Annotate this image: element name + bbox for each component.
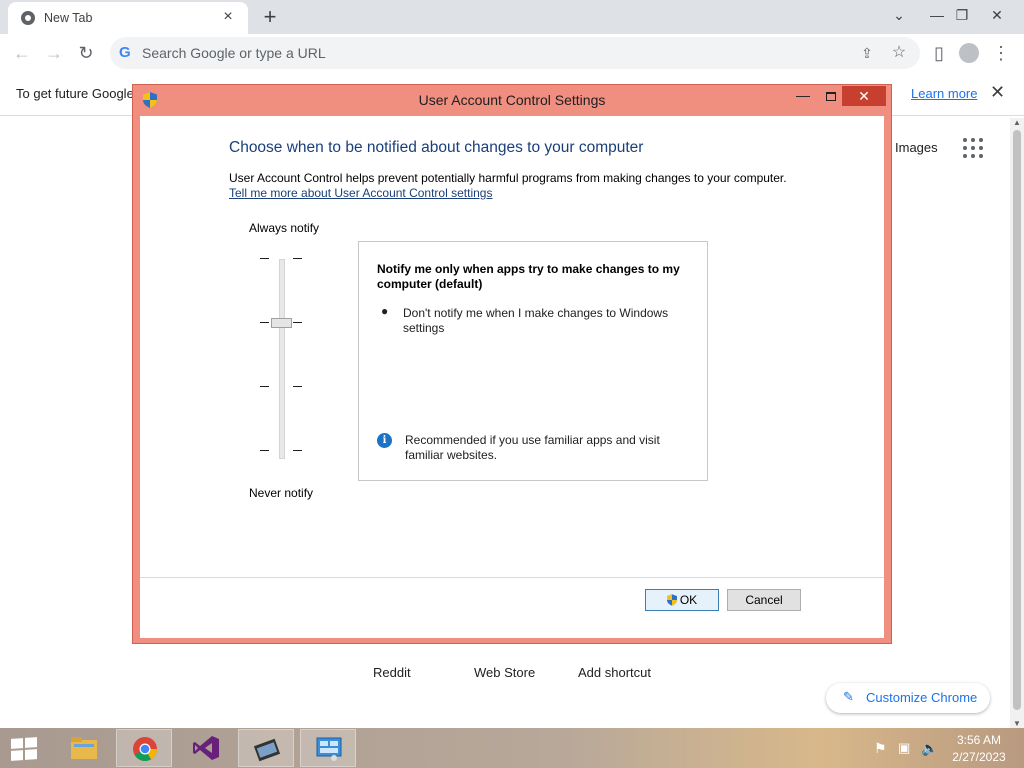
dialog-content: Choose when to be notified about changes… <box>140 116 884 638</box>
taskbar-visual-studio[interactable] <box>178 729 234 767</box>
slider-tick <box>260 258 269 259</box>
dialog-heading: Choose when to be notified about changes… <box>229 139 644 156</box>
dialog-footer: OK Cancel <box>140 578 884 638</box>
taskbar-control-panel[interactable] <box>300 729 356 767</box>
customize-chrome-button[interactable]: ✎ Customize Chrome <box>826 683 990 713</box>
tab-search-chevron-icon[interactable]: ⌄ <box>882 0 916 30</box>
dialog-close-button[interactable]: ✕ <box>842 86 886 106</box>
slider-tick <box>293 386 302 387</box>
shortcut-add[interactable]: Add shortcut <box>578 665 651 680</box>
share-icon[interactable]: ⇪ <box>856 42 878 64</box>
action-center-flag-icon[interactable]: ⚑ <box>874 740 887 757</box>
tab-close-button[interactable]: × <box>218 7 238 27</box>
windows-logo-icon <box>11 737 37 761</box>
network-icon[interactable]: ▣ <box>898 740 910 756</box>
browser-toolbar: ← → ↻ G Search Google or type a URL ⇪ ☆ … <box>0 34 1024 72</box>
tab-new-tab[interactable]: New Tab × <box>8 2 248 34</box>
slider-tick <box>293 258 302 259</box>
uac-shield-icon <box>666 594 677 606</box>
notification-level-slider[interactable] <box>260 251 310 461</box>
customize-chrome-label: Customize Chrome <box>866 690 978 705</box>
clock-time[interactable]: 3:56 AM <box>944 733 1014 747</box>
uac-more-info-link[interactable]: Tell me more about User Account Control … <box>229 186 492 200</box>
volume-icon[interactable]: 🔈 <box>921 740 938 757</box>
level-recommendation-text: Recommended if you use familiar apps and… <box>405 433 660 462</box>
pencil-icon: ✎ <box>843 689 854 704</box>
menu-kebab-icon[interactable]: ⋮ <box>988 40 1014 66</box>
dialog-description: User Account Control helps prevent poten… <box>229 171 787 185</box>
clock-date[interactable]: 2/27/2023 <box>944 750 1014 764</box>
slider-tick <box>260 386 269 387</box>
uac-settings-dialog: User Account Control Settings — ✕ Choose… <box>132 84 892 644</box>
omnibox-placeholder[interactable]: Search Google or type a URL <box>142 45 326 61</box>
window-restore-button[interactable]: ❐ <box>945 0 979 30</box>
dialog-minimize-button[interactable]: — <box>791 88 815 108</box>
learn-more-link[interactable]: Learn more <box>911 86 977 101</box>
back-arrow-icon[interactable]: ← <box>9 40 35 66</box>
slider-tick <box>293 450 302 451</box>
scroll-up-arrow-icon[interactable]: ▲ <box>1013 118 1021 127</box>
chrome-icon <box>133 737 157 762</box>
reload-icon[interactable]: ↻ <box>73 40 99 66</box>
slider-top-label: Always notify <box>249 221 320 235</box>
info-bar-text: To get future Google <box>16 86 134 101</box>
slider-tick <box>260 322 269 323</box>
taskbar-movie-maker[interactable] <box>238 729 294 767</box>
visual-studio-icon <box>193 736 219 760</box>
film-clapper-icon <box>253 738 281 762</box>
tab-title: New Tab <box>44 11 93 25</box>
profile-avatar-icon[interactable] <box>956 40 982 66</box>
omnibox[interactable]: G Search Google or type a URL ⇪ ☆ <box>110 37 920 69</box>
folder-icon <box>71 737 97 759</box>
slider-thumb[interactable] <box>271 318 292 328</box>
forward-arrow-icon[interactable]: → <box>41 40 67 66</box>
start-button[interactable] <box>0 729 50 767</box>
window-close-button[interactable]: ✕ <box>980 0 1014 30</box>
info-bar-close-icon[interactable]: ✕ <box>990 82 1005 103</box>
slider-tick <box>293 322 302 323</box>
google-g-icon: G <box>119 44 131 61</box>
cancel-button[interactable]: Cancel <box>727 589 801 611</box>
chrome-icon <box>21 11 35 25</box>
slider-tick <box>260 450 269 451</box>
bullet-icon: ● <box>381 304 389 318</box>
taskbar-chrome[interactable] <box>116 729 172 767</box>
google-apps-icon[interactable] <box>963 138 983 158</box>
taskbar-file-explorer[interactable] <box>56 729 112 767</box>
level-description-box: Notify me only when apps try to make cha… <box>358 241 708 481</box>
slider-bottom-label: Never notify <box>249 486 314 500</box>
slider-track[interactable] <box>279 259 285 459</box>
control-panel-icon <box>316 737 342 761</box>
level-title: Notify me only when apps try to make cha… <box>377 262 680 291</box>
ok-button-label: OK <box>679 593 698 607</box>
shortcut-web-store[interactable]: Web Store <box>474 665 535 680</box>
dialog-title: User Account Control Settings <box>418 92 606 108</box>
scroll-down-arrow-icon[interactable]: ▼ <box>1013 719 1021 728</box>
windows-taskbar <box>0 728 1024 768</box>
bookmark-star-icon[interactable]: ☆ <box>888 42 910 64</box>
tab-strip: New Tab × + ⌄ — ❐ ✕ <box>0 0 1024 34</box>
scroll-thumb[interactable] <box>1013 130 1021 710</box>
level-bullet-text: Don't notify me when I make changes to W… <box>403 306 669 335</box>
info-icon: i <box>377 433 392 448</box>
side-panel-icon[interactable]: ▯ <box>926 40 952 66</box>
ok-button[interactable]: OK <box>645 589 719 611</box>
images-link[interactable]: Images <box>895 140 938 155</box>
dialog-titlebar: User Account Control Settings — ✕ <box>133 85 891 115</box>
new-tab-button[interactable]: + <box>258 4 282 30</box>
dialog-maximize-button[interactable] <box>819 88 843 108</box>
page-scrollbar[interactable]: ▲ ▼ <box>1010 118 1024 728</box>
shortcut-reddit[interactable]: Reddit <box>373 665 411 680</box>
